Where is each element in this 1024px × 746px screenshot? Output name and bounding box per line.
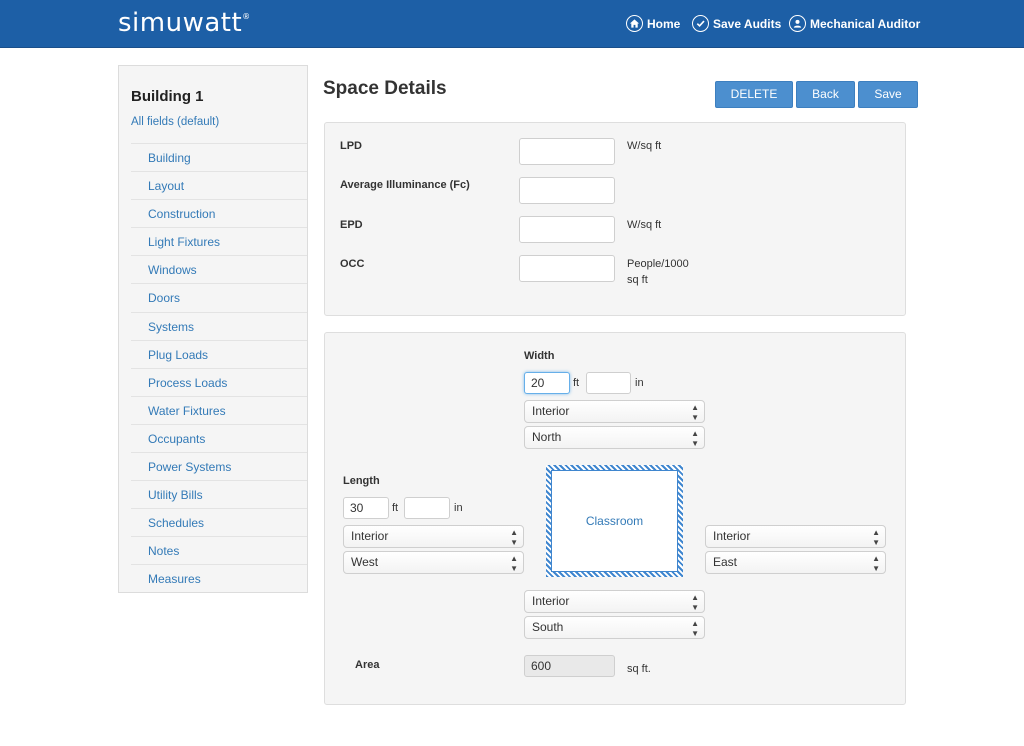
sidebar-item-occupants[interactable]: Occupants bbox=[131, 423, 307, 452]
sidebar-item-construction[interactable]: Construction bbox=[131, 199, 307, 227]
occ-input[interactable] bbox=[519, 255, 615, 282]
user-icon bbox=[789, 15, 806, 32]
delete-button[interactable]: DELETE bbox=[715, 81, 793, 108]
sidebar-item-systems[interactable]: Systems bbox=[131, 311, 307, 340]
nav-home-link[interactable]: Home bbox=[626, 15, 680, 32]
west-wall-direction-value: West bbox=[351, 555, 379, 569]
south-wall-direction-select[interactable]: South ▲ ▼ bbox=[524, 616, 705, 639]
length-ft-input[interactable] bbox=[343, 497, 389, 519]
select-arrows-icon: ▲ ▼ bbox=[691, 403, 699, 422]
select-arrows-icon: ▲ ▼ bbox=[510, 528, 518, 547]
width-in-unit: in bbox=[635, 377, 644, 389]
occ-unit: People/1000 sq ft bbox=[627, 256, 689, 288]
length-in-input[interactable] bbox=[404, 497, 450, 519]
page-title: Space Details bbox=[323, 78, 447, 99]
sidebar-item-utility-bills[interactable]: Utility Bills bbox=[131, 480, 307, 508]
nav-user-label: Mechanical Auditor bbox=[810, 16, 921, 31]
select-arrows-icon: ▲ ▼ bbox=[872, 528, 880, 547]
save-button[interactable]: Save bbox=[858, 81, 918, 108]
north-wall-direction-value: North bbox=[532, 430, 562, 444]
select-arrows-icon: ▲ ▼ bbox=[510, 554, 518, 573]
width-ft-unit: ft bbox=[573, 377, 580, 389]
sidebar-filter-link[interactable]: All fields (default) bbox=[131, 116, 219, 128]
sidebar-item-process-loads[interactable]: Process Loads bbox=[131, 367, 307, 396]
west-wall-direction-select[interactable]: West ▲ ▼ bbox=[343, 551, 524, 574]
select-arrows-icon: ▲ ▼ bbox=[691, 429, 699, 448]
back-button[interactable]: Back bbox=[796, 81, 855, 108]
east-wall-type-value: Interior bbox=[713, 529, 751, 543]
sidebar-item-light-fixtures[interactable]: Light Fixtures bbox=[131, 227, 307, 255]
area-label: Area bbox=[355, 659, 380, 671]
sidebar-item-power-systems[interactable]: Power Systems bbox=[131, 452, 307, 480]
sidebar-item-layout[interactable]: Layout bbox=[131, 171, 307, 199]
south-wall-type-value: Interior bbox=[532, 594, 570, 608]
occ-unit-line2: sq ft bbox=[627, 274, 648, 286]
checkmark-icon bbox=[692, 15, 709, 32]
sidebar-item-windows[interactable]: Windows bbox=[131, 255, 307, 283]
length-in-unit: in bbox=[454, 502, 463, 514]
sidebar-item-plug-loads[interactable]: Plug Loads bbox=[131, 339, 307, 368]
epd-label: EPD bbox=[340, 219, 363, 231]
width-in-input[interactable] bbox=[586, 372, 631, 394]
area-output bbox=[524, 655, 615, 677]
select-arrows-icon: ▲ ▼ bbox=[872, 554, 880, 573]
illuminance-label: Average Illuminance (Fc) bbox=[340, 179, 470, 191]
length-ft-unit: ft bbox=[392, 502, 399, 514]
nav-home-label: Home bbox=[647, 16, 681, 31]
nav-save-audits-label: Save Audits bbox=[713, 16, 782, 31]
epd-input[interactable] bbox=[519, 216, 615, 243]
sidebar-item-building[interactable]: Building bbox=[131, 143, 307, 171]
east-wall-direction-select[interactable]: East ▲ ▼ bbox=[705, 551, 886, 574]
sidebar-item-schedules[interactable]: Schedules bbox=[131, 508, 307, 536]
north-wall-type-value: Interior bbox=[532, 404, 570, 418]
sidebar-nav-list: Building Layout Construction Light Fixtu… bbox=[131, 143, 307, 593]
width-label: Width bbox=[524, 350, 555, 362]
lpd-unit: W/sq ft bbox=[627, 140, 662, 152]
lpd-label: LPD bbox=[340, 140, 362, 152]
sidebar-item-water-fixtures[interactable]: Water Fixtures bbox=[131, 395, 307, 424]
sidebar-item-measures[interactable]: Measures bbox=[131, 564, 307, 592]
occ-label: OCC bbox=[340, 258, 365, 270]
epd-unit: W/sq ft bbox=[627, 219, 662, 231]
width-ft-input[interactable] bbox=[524, 372, 570, 394]
occ-unit-line1: People/1000 bbox=[627, 258, 689, 270]
area-unit: sq ft. bbox=[627, 663, 651, 675]
nav-user-menu[interactable]: Mechanical Auditor bbox=[789, 15, 920, 32]
loads-panel bbox=[324, 122, 906, 316]
south-wall-type-select[interactable]: Interior ▲ ▼ bbox=[524, 590, 705, 613]
south-wall-direction-value: South bbox=[532, 620, 564, 634]
east-wall-direction-value: East bbox=[713, 555, 738, 569]
sidebar-item-doors[interactable]: Doors bbox=[131, 283, 307, 311]
east-wall-type-select[interactable]: Interior ▲ ▼ bbox=[705, 525, 886, 548]
room-diagram[interactable]: Classroom bbox=[546, 465, 683, 577]
select-arrows-icon: ▲ ▼ bbox=[691, 619, 699, 638]
length-label: Length bbox=[343, 475, 380, 487]
west-wall-type-value: Interior bbox=[351, 529, 389, 543]
north-wall-direction-select[interactable]: North ▲ ▼ bbox=[524, 426, 705, 449]
sidebar-item-notes[interactable]: Notes bbox=[131, 536, 307, 564]
west-wall-type-select[interactable]: Interior ▲ ▼ bbox=[343, 525, 524, 548]
sidebar: Building 1 All fields (default) Building… bbox=[118, 65, 308, 593]
select-arrows-icon: ▲ ▼ bbox=[691, 593, 699, 612]
top-navbar: simuwatt® Home Save Audits Mechanical Au… bbox=[0, 0, 1024, 48]
lpd-input[interactable] bbox=[519, 138, 615, 165]
home-icon bbox=[626, 15, 643, 32]
north-wall-type-select[interactable]: Interior ▲ ▼ bbox=[524, 400, 705, 423]
nav-save-audits-link[interactable]: Save Audits bbox=[692, 15, 781, 32]
illuminance-input[interactable] bbox=[519, 177, 615, 204]
brand-logo[interactable]: simuwatt® bbox=[118, 8, 251, 38]
room-name: Classroom bbox=[585, 514, 644, 528]
sidebar-title: Building 1 bbox=[131, 88, 204, 105]
